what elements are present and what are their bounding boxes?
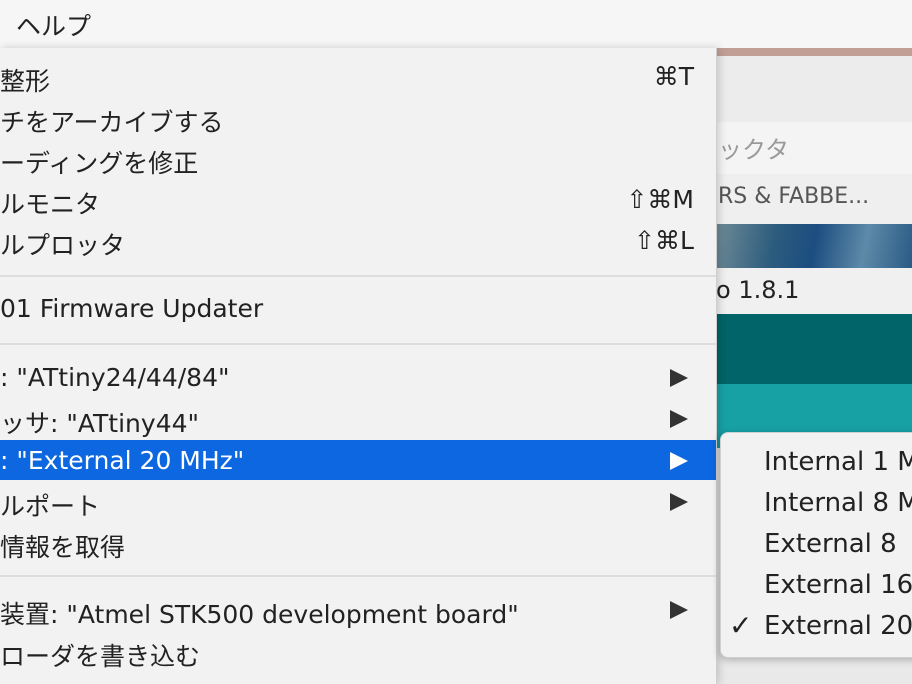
submenu-item-label: External 16 [764,570,912,600]
submenu-item-internal-1mhz[interactable]: Internal 1 M [721,441,912,481]
submenu-item-external-20mhz[interactable]: ✓ External 20 [721,605,912,645]
submenu-item-internal-8mhz[interactable]: Internal 8 M [721,482,912,522]
clock-submenu: Internal 1 M Internal 8 M External 8 Ext… [720,432,912,658]
menu-item-serial-monitor[interactable]: ルモニタ ⇧⌘M [0,179,716,219]
menu-bar: ヘルプ [0,0,912,48]
checkmark-icon: ✓ [729,609,753,642]
menu-separator [0,575,716,577]
submenu-item-label: Internal 1 M [764,447,912,477]
menu-item-board[interactable]: : "ATtiny24/44/84" [0,357,716,397]
menu-item-shortcut: ⌘T [653,62,694,91]
menu-item-shortcut: ⇧⌘M [626,185,694,214]
version-label: o 1.8.1 [716,276,800,304]
menu-item-label: 装置: "Atmel STK500 development board" [0,600,519,629]
submenu-item-external-16mhz[interactable]: External 16 [721,564,912,604]
menu-item-label: ッサ: "ATtiny44" [0,409,199,438]
menu-item-label: ローダを書き込む [0,642,201,671]
menu-item-auto-format[interactable]: 整形 ⌘T [0,56,716,96]
search-placeholder: ックタ [718,136,790,164]
submenu-arrow-icon [670,452,688,470]
menu-item-label: 01 Firmware Updater [0,294,264,323]
menu-item-label: ルプロッタ [0,231,126,260]
menu-item-burn-bootloader[interactable]: ローダを書き込む [0,631,716,671]
submenu-item-external-8mhz[interactable]: External 8 [721,523,912,563]
menu-item-label: ルモニタ [0,190,101,219]
menu-item-serial-plotter[interactable]: ルプロッタ ⇧⌘L [0,220,716,260]
submenu-arrow-icon [670,493,688,511]
menu-item-clock[interactable]: : "External 20 MHz" [0,440,716,480]
menu-item-label: : "External 20 MHz" [0,446,245,475]
menu-separator [0,275,716,277]
submenu-arrow-icon [670,369,688,387]
menu-item-programmer[interactable]: 装置: "Atmel STK500 development board" [0,589,716,629]
window-titlebar-strip [716,48,912,56]
submenu-arrow-icon [670,410,688,428]
submenu-item-label: Internal 8 M [764,488,912,518]
banner-image [716,224,912,268]
submenu-item-label: External 20 [764,611,912,641]
menu-item-board-info[interactable]: 情報を取得 [0,522,716,562]
menu-item-label: ルポート [0,492,101,521]
menu-item-shortcut: ⇧⌘L [634,226,694,255]
menu-item-label: ーディングを修正 [0,149,199,178]
tools-menu: 整形 ⌘T チをアーカイブする ーディングを修正 ルモニタ ⇧⌘M ルプロッタ … [0,48,717,684]
menu-item-label: 情報を取得 [0,533,126,562]
menu-item-processor[interactable]: ッサ: "ATtiny44" [0,398,716,438]
menu-item-label: チをアーカイブする [0,108,224,137]
menu-separator [0,343,716,345]
submenu-item-label: External 8 [764,529,897,559]
menu-item-firmware-updater[interactable]: 01 Firmware Updater [0,288,716,328]
menu-item-label: : "ATtiny24/44/84" [0,363,230,392]
background-tab[interactable]: RS & FABBE... [716,174,912,225]
menu-item-archive-sketch[interactable]: チをアーカイブする [0,97,716,137]
version-row: o 1.8.1 [716,268,912,314]
background-tab-label: RS & FABBE... [718,184,870,209]
toolbar-band-dark [716,314,912,384]
menu-item-serial-port[interactable]: ルポート [0,481,716,521]
menu-item-fix-encoding[interactable]: ーディングを修正 [0,138,716,178]
menu-item-label: 整形 [0,67,51,96]
library-search-field[interactable]: ックタ [716,122,912,175]
submenu-arrow-icon [670,601,688,619]
menubar-help[interactable]: ヘルプ [16,7,91,43]
